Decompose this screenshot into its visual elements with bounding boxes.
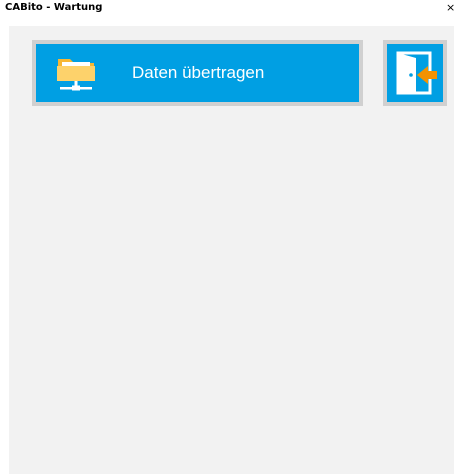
window-title: CABito - Wartung	[5, 2, 103, 13]
network-folder-icon	[57, 59, 95, 91]
exit-door-icon	[396, 51, 437, 95]
exit-button[interactable]	[383, 40, 447, 106]
close-button[interactable]: ×	[446, 0, 454, 17]
window-titlebar: CABito - Wartung ×	[0, 0, 454, 17]
transfer-data-button-face[interactable]: Daten übertragen	[36, 44, 359, 102]
transfer-data-label: Daten übertragen	[132, 63, 265, 82]
exit-button-face[interactable]	[387, 44, 443, 102]
main-panel: Daten übertragen	[9, 26, 454, 474]
transfer-data-button[interactable]: Daten übertragen	[32, 40, 363, 106]
